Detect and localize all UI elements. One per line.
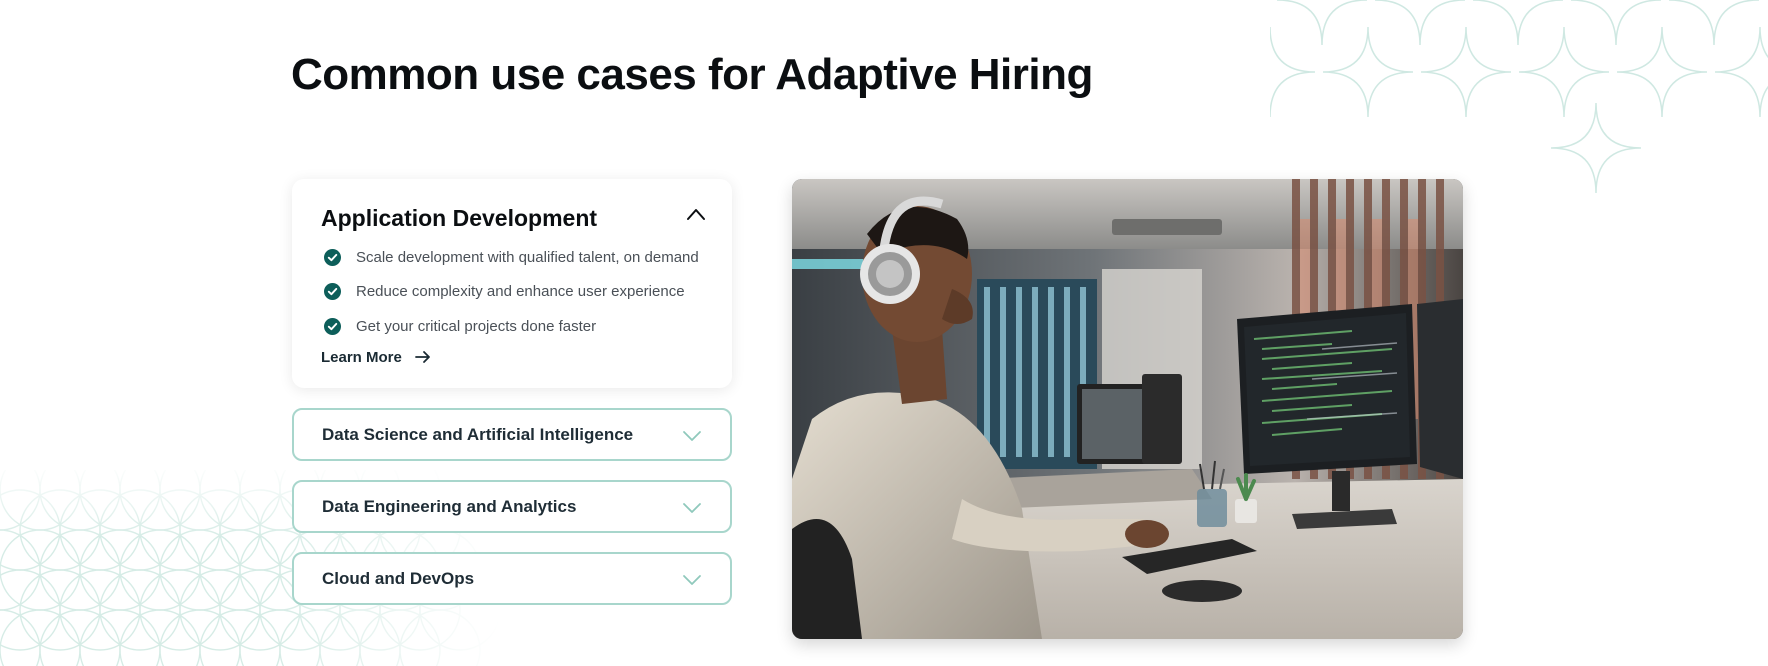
developer-photo bbox=[792, 179, 1463, 639]
feature-text: Get your critical projects done faster bbox=[356, 317, 597, 335]
feature-text: Scale development with qualified talent,… bbox=[356, 248, 699, 266]
feature-list: Scale development with qualified talent,… bbox=[321, 240, 702, 344]
chevron-down-icon bbox=[683, 575, 701, 585]
decorative-star-pattern bbox=[1270, 0, 1768, 194]
list-item: Get your critical projects done faster bbox=[321, 309, 702, 344]
feature-text: Reduce complexity and enhance user exper… bbox=[356, 283, 685, 301]
chevron-up-icon[interactable] bbox=[686, 207, 706, 221]
chevron-down-icon bbox=[683, 503, 701, 513]
page-title: Common use cases for Adaptive Hiring bbox=[291, 50, 1093, 99]
accordion-panel-cloud-devops[interactable]: Cloud and DevOps bbox=[292, 552, 732, 605]
use-case-accordion: Application Development Scale developmen… bbox=[292, 179, 732, 605]
panel-title: Data Science and Artificial Intelligence bbox=[322, 424, 634, 444]
chevron-down-icon bbox=[683, 431, 701, 441]
learn-more-label: Learn More bbox=[321, 348, 402, 366]
list-item: Scale development with qualified talent,… bbox=[321, 240, 702, 275]
panel-title[interactable]: Application Development bbox=[321, 205, 702, 232]
accordion-panel-data-science[interactable]: Data Science and Artificial Intelligence bbox=[292, 408, 732, 461]
panel-title: Cloud and DevOps bbox=[322, 568, 475, 588]
accordion-panel-application-development: Application Development Scale developmen… bbox=[292, 179, 732, 388]
accordion-panel-data-engineering[interactable]: Data Engineering and Analytics bbox=[292, 480, 732, 533]
panel-title: Data Engineering and Analytics bbox=[322, 496, 577, 516]
check-circle-icon bbox=[324, 283, 341, 301]
check-circle-icon bbox=[324, 317, 341, 335]
photo-illustration bbox=[792, 179, 1463, 639]
list-item: Reduce complexity and enhance user exper… bbox=[321, 275, 702, 310]
learn-more-link[interactable]: Learn More bbox=[321, 349, 431, 366]
arrow-right-icon bbox=[414, 351, 430, 363]
check-circle-icon bbox=[324, 248, 341, 266]
